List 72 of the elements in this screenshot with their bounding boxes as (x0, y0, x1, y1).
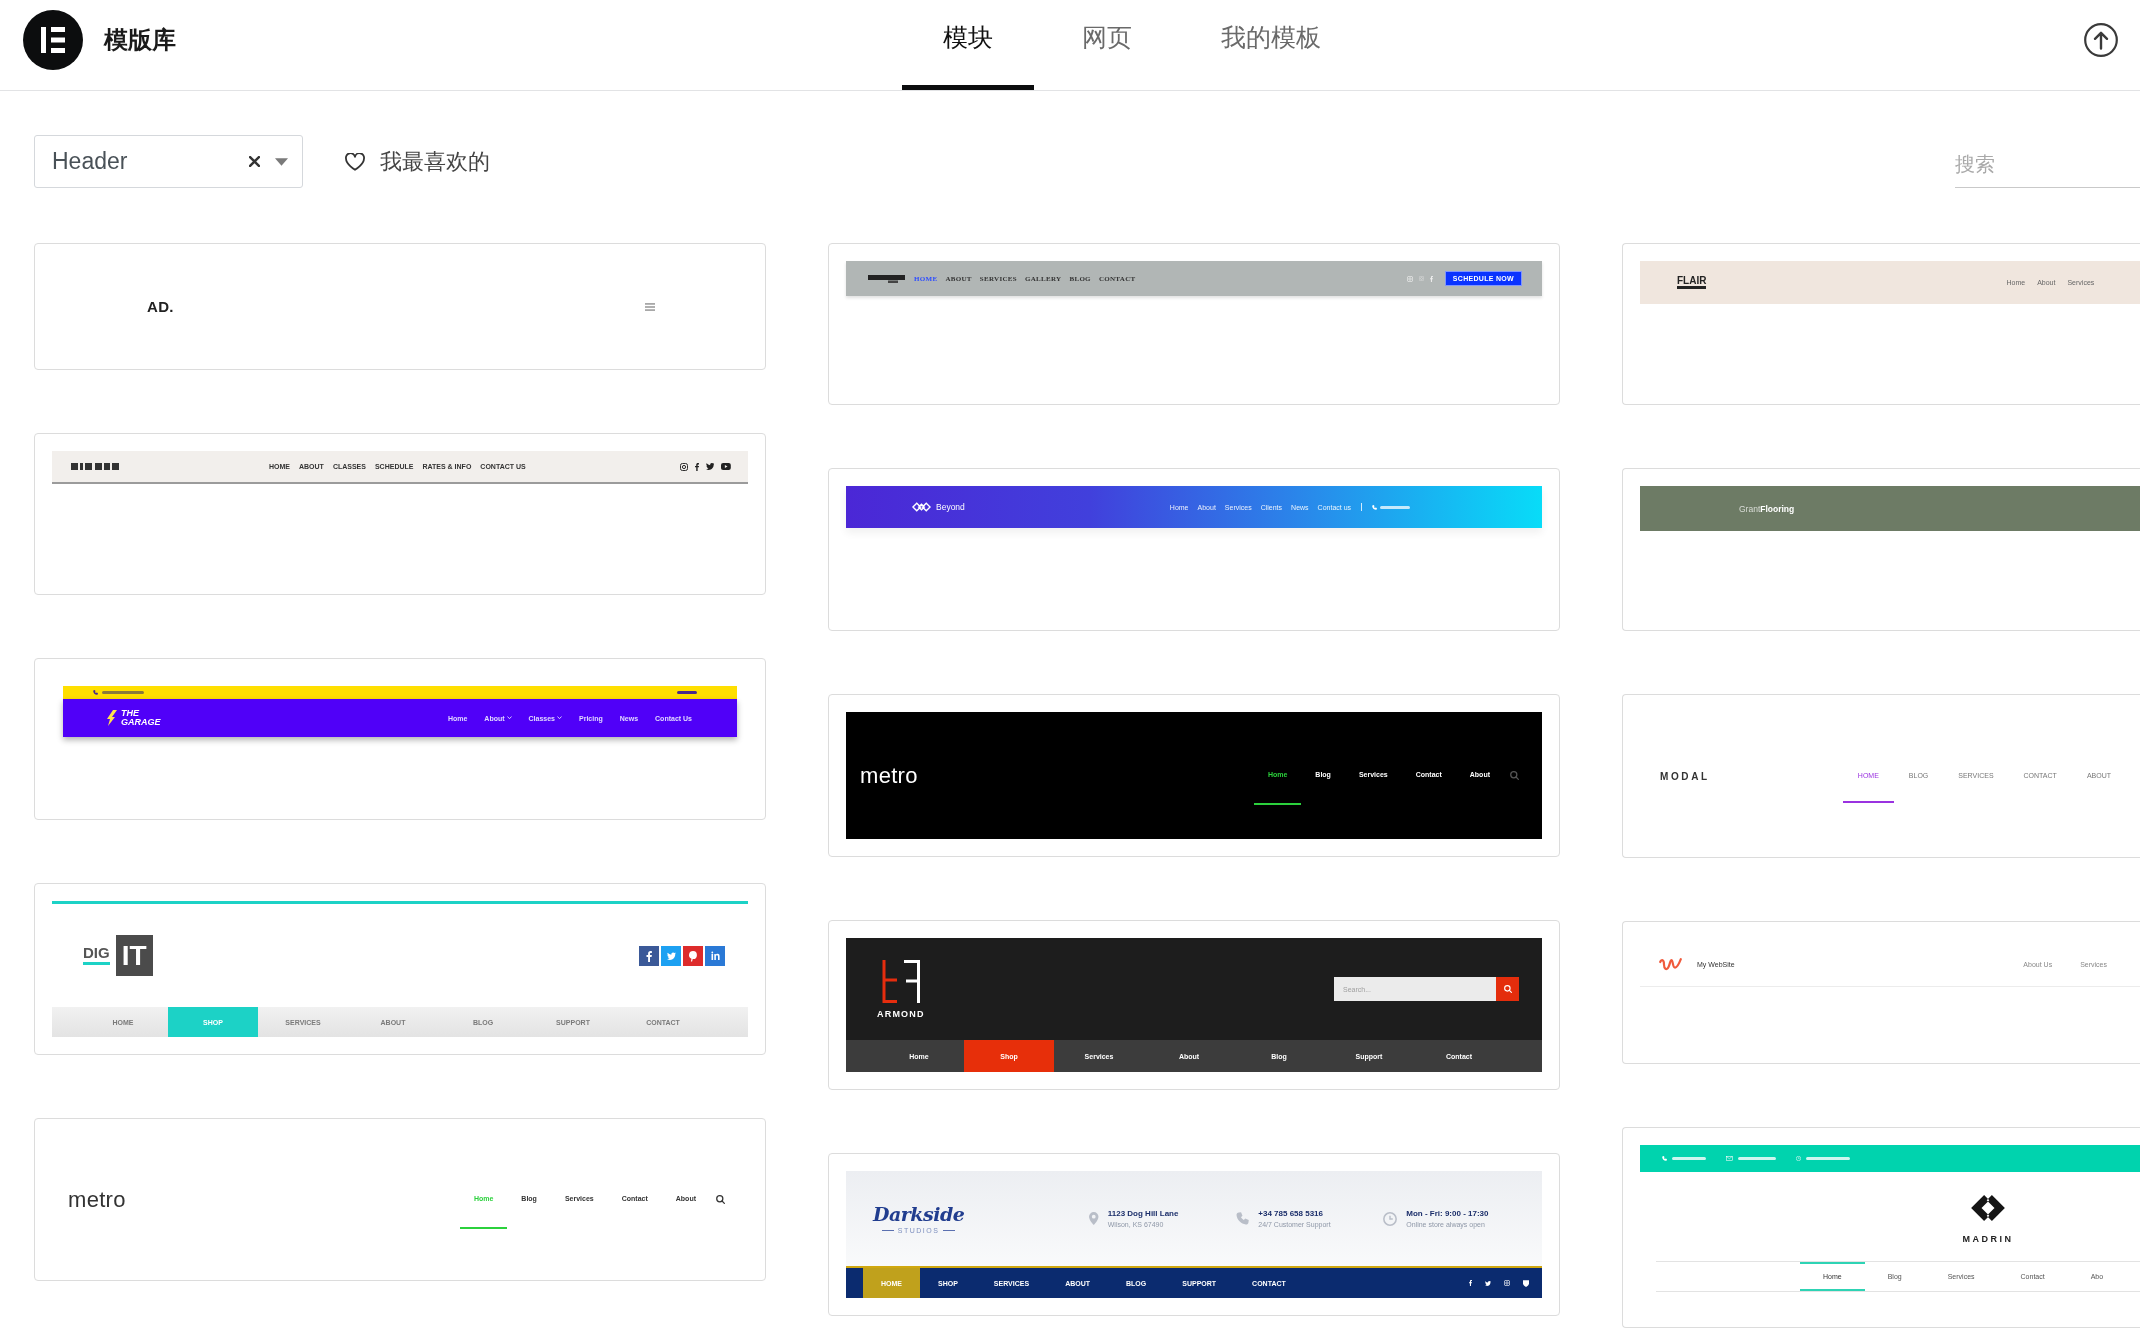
logo-icon (23, 10, 83, 70)
search-icon (1503, 985, 1512, 993)
logo-icon (912, 502, 931, 512)
caret-icon (275, 157, 288, 166)
shield-icon (1523, 1279, 1529, 1287)
info-title: 1123 Dog Hill Lane (1107, 1209, 1179, 1218)
phone-icon (1372, 504, 1378, 510)
facebook-icon (1468, 1280, 1472, 1286)
logo-text: metro (860, 762, 918, 789)
logo-text: FLAIR (1677, 276, 1707, 289)
logo-icon (881, 959, 920, 1003)
logo-text: AD. (147, 298, 174, 315)
logo-text: ARMOND (877, 1008, 925, 1019)
tab[interactable]: 模块 (902, 0, 1034, 90)
logo-text: Beyond (936, 502, 965, 512)
logo-text: THE GARAGE (121, 709, 161, 727)
play-icon (721, 463, 731, 470)
text-line-drawing (677, 691, 697, 694)
text-line-drawing (1805, 1157, 1850, 1160)
logo-text: metro (68, 1186, 126, 1213)
mail-icon (1726, 1156, 1733, 1161)
camera-icon (679, 462, 688, 471)
chevron-icon (506, 716, 512, 720)
search-icon (716, 1195, 725, 1204)
camera-icon (1504, 1280, 1510, 1286)
upload-icon[interactable] (2084, 23, 2118, 57)
bird-icon (1484, 1280, 1491, 1286)
letters-icon (705, 945, 725, 966)
tab[interactable]: 网页 (1041, 0, 1173, 90)
logo-text: DIG (83, 946, 110, 965)
info-title: Mon - Fri: 9:00 - 17:30 (1406, 1209, 1489, 1218)
logo-text: MADRIN (1962, 1235, 2014, 1244)
logo-text: GrantFlooring (1739, 503, 1795, 514)
library-title: 模版库 (104, 25, 176, 55)
runner-icon (106, 710, 118, 726)
favorites-button[interactable]: 我最喜欢的 (345, 146, 490, 177)
info-title: +34 785 658 5316 (1258, 1209, 1324, 1218)
clock-icon (1795, 1156, 1801, 1161)
heart-icon (345, 152, 365, 171)
logo-drawing (868, 274, 905, 283)
category-select[interactable]: Header (34, 135, 303, 188)
search-field[interactable]: 搜索 (1955, 135, 2140, 188)
text-line-drawing (102, 691, 144, 694)
phone-icon (1236, 1212, 1250, 1225)
facebook-icon (1429, 275, 1433, 282)
phone-icon (93, 690, 98, 695)
camera-icon (1418, 276, 1424, 281)
bird-icon (661, 945, 681, 966)
tab[interactable]: 我的模板 (1180, 0, 1362, 90)
clear-icon[interactable] (249, 156, 260, 167)
facebook-icon (694, 462, 699, 471)
phone-icon (1662, 1156, 1667, 1161)
search-icon (1510, 771, 1519, 780)
facebook-icon (639, 945, 659, 966)
text-line-drawing (1737, 1157, 1776, 1160)
logo-icon (1659, 957, 1682, 972)
logo-drawing (71, 463, 119, 470)
pin-icon (683, 945, 703, 966)
text-line-drawing (1672, 1157, 1706, 1160)
logo-icon (1971, 1195, 2005, 1221)
clock-icon (1383, 1211, 1398, 1226)
logo-text: Darkside (873, 1203, 965, 1225)
template-card[interactable]: AD. (34, 243, 766, 370)
camera-icon (1406, 275, 1413, 282)
template-card[interactable]: GrantFlooring (1622, 468, 2140, 631)
chevron-icon (557, 716, 562, 720)
logo-text: MODAL (1660, 770, 1710, 782)
menu-icon (645, 302, 655, 311)
bird-icon (705, 463, 715, 470)
text-line-drawing (1380, 505, 1411, 509)
location-pin-icon (1089, 1212, 1099, 1225)
logo-box: IT (115, 935, 153, 976)
